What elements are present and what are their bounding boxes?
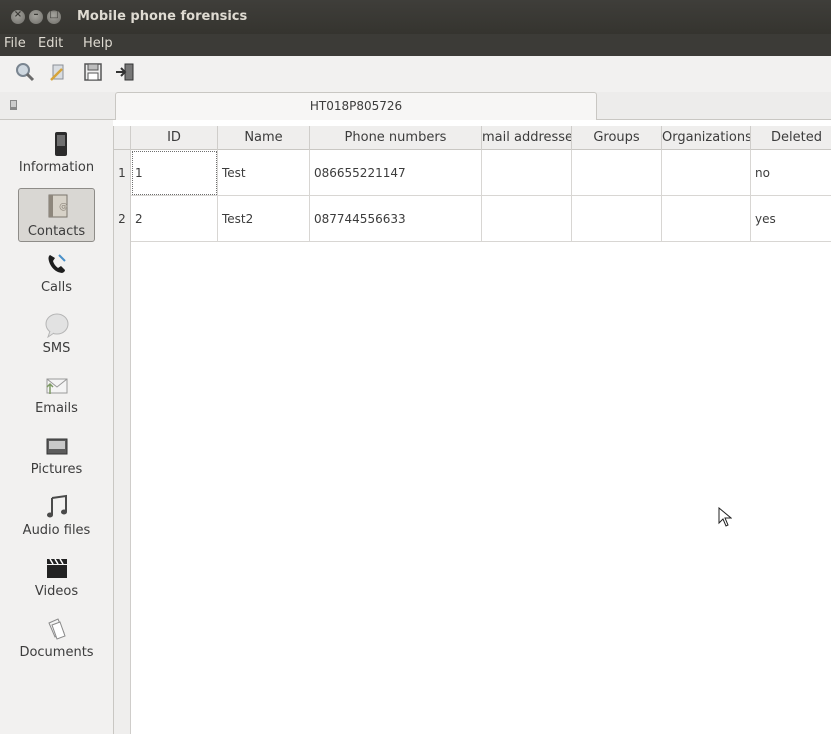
cell-organizations[interactable]: [662, 150, 751, 196]
cell-id[interactable]: 2: [131, 196, 218, 242]
title-bar: × – □ Mobile phone forensics: [0, 0, 831, 34]
sidebar-item-sms[interactable]: SMS: [0, 307, 113, 365]
cell-deleted[interactable]: no: [751, 150, 831, 196]
sidebar-item-emails[interactable]: Emails: [0, 367, 113, 425]
cell-phone[interactable]: 087744556633: [310, 196, 482, 242]
cell-mail[interactable]: [482, 196, 572, 242]
table-row[interactable]: 2 2 Test2 087744556633 yes: [114, 196, 831, 242]
call-icon: [48, 254, 66, 273]
tab-device[interactable]: HT018P805726: [115, 92, 597, 120]
menu-file-label: File: [4, 36, 26, 51]
search-icon[interactable]: [14, 61, 36, 83]
video-clapper-icon: [47, 558, 67, 578]
maximize-icon: □: [49, 9, 59, 20]
column-header-deleted[interactable]: Deleted: [751, 126, 831, 150]
menu-help[interactable]: Help: [83, 36, 113, 51]
cell-id[interactable]: 1: [131, 150, 218, 196]
mouse-cursor-icon: [718, 507, 732, 527]
cell-name[interactable]: Test2: [218, 196, 310, 242]
sidebar-item-contacts[interactable]: @ Contacts: [0, 184, 113, 242]
save-icon[interactable]: [82, 61, 104, 83]
menu-file[interactable]: File: [4, 36, 26, 51]
menu-bar: File Edit Help: [0, 34, 831, 56]
window-title: Mobile phone forensics: [77, 9, 248, 24]
pictures-icon: [46, 438, 68, 455]
close-icon: ×: [13, 9, 23, 20]
sidebar-item-label: Information: [18, 160, 95, 175]
cell-groups[interactable]: [572, 150, 662, 196]
sidebar-item-pictures[interactable]: Pictures: [0, 428, 113, 486]
sidebar-item-calls[interactable]: Calls: [0, 246, 113, 304]
device-tab-strip: HT018P805726: [0, 92, 831, 120]
sidebar-item-label: SMS: [42, 341, 71, 356]
cell-name[interactable]: Test: [218, 150, 310, 196]
column-header-id[interactable]: ID: [131, 126, 218, 150]
audio-icon: [47, 494, 67, 518]
magic-wand-icon[interactable]: [48, 61, 70, 83]
menu-help-label: Help: [83, 36, 113, 51]
cell-mail[interactable]: [482, 150, 572, 196]
svg-text:@: @: [59, 202, 68, 212]
sidebar-item-label: Documents: [19, 645, 94, 660]
column-header-organizations[interactable]: Organizations: [662, 126, 751, 150]
cell-organizations[interactable]: [662, 196, 751, 242]
tab-device-label: HT018P805726: [309, 99, 403, 113]
column-header-mail-addresses[interactable]: mail addresse: [482, 126, 572, 150]
sidebar: Information @ Contacts Calls SMS Emails: [0, 120, 113, 734]
sidebar-item-label: Emails: [35, 401, 78, 416]
sidebar-item-videos[interactable]: Videos: [0, 550, 113, 608]
device-icon: [10, 100, 17, 110]
minimize-icon: –: [33, 9, 39, 20]
sidebar-item-audio-files[interactable]: Audio files: [0, 489, 113, 547]
contacts-icon: @: [48, 194, 68, 218]
cell-groups[interactable]: [572, 196, 662, 242]
exit-icon[interactable]: [114, 61, 136, 83]
sidebar-item-label: Videos: [34, 584, 79, 599]
table-row[interactable]: 1 1 Test 086655221147 no: [114, 150, 831, 196]
minimize-window-button[interactable]: –: [29, 9, 43, 24]
sidebar-item-information[interactable]: Information: [0, 126, 113, 184]
sms-bubble-icon: [45, 313, 69, 338]
cell-deleted[interactable]: yes: [751, 196, 831, 242]
menu-edit-label: Edit: [38, 36, 64, 51]
row-number[interactable]: 1: [114, 150, 131, 196]
toolbar: [0, 56, 831, 92]
sidebar-item-label: Calls: [40, 280, 73, 295]
cell-phone[interactable]: 086655221147: [310, 150, 482, 196]
column-header-name[interactable]: Name: [218, 126, 310, 150]
sidebar-item-label: Contacts: [27, 224, 86, 239]
menu-edit[interactable]: Edit: [38, 36, 63, 51]
maximize-window-button[interactable]: □: [47, 9, 61, 24]
sidebar-item-documents[interactable]: Documents: [0, 611, 113, 669]
sidebar-item-label: Audio files: [22, 523, 91, 538]
sidebar-item-label: Pictures: [30, 462, 83, 477]
column-header-groups[interactable]: Groups: [572, 126, 662, 150]
documents-icon: [48, 618, 66, 640]
contacts-table: ID Name Phone numbers mail addresse Grou…: [113, 126, 831, 734]
close-window-button[interactable]: ×: [11, 9, 25, 24]
email-icon: [46, 378, 68, 394]
corner-cell[interactable]: [114, 126, 131, 150]
table-header: ID Name Phone numbers mail addresse Grou…: [114, 126, 831, 150]
phone-icon: [55, 132, 67, 156]
column-header-phone-numbers[interactable]: Phone numbers: [310, 126, 482, 150]
row-number[interactable]: 2: [114, 196, 131, 242]
